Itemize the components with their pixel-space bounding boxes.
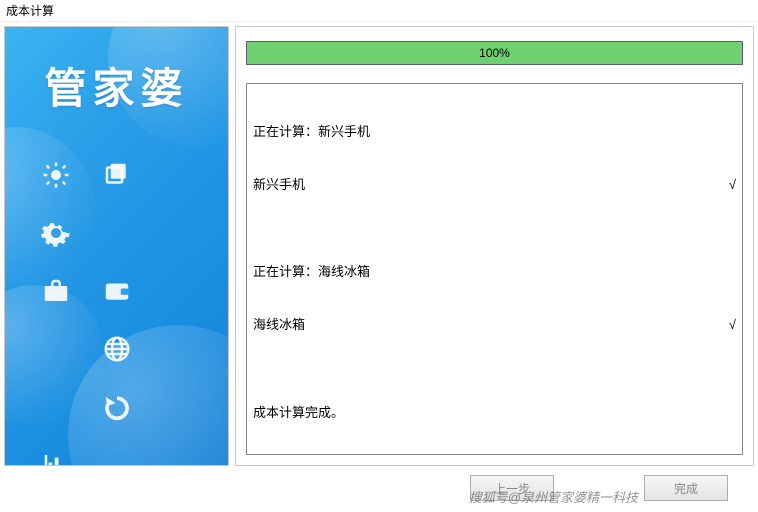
log-line: 海线冰箱√ xyxy=(253,316,736,334)
window: 成本计算 管家婆 xyxy=(0,0,758,512)
sidebar: 管家婆 xyxy=(4,26,229,466)
done-button[interactable]: 完成 xyxy=(644,475,728,501)
gear-icon xyxy=(41,218,71,251)
progress-bar: 100% xyxy=(246,41,743,65)
barchart-icon xyxy=(41,450,71,467)
window-title: 成本计算 xyxy=(0,0,758,22)
button-row: 上一步 完成 xyxy=(0,470,758,512)
content: 管家婆 xyxy=(0,22,758,512)
sun-icon xyxy=(41,160,71,193)
log-line: 正在计算：新兴手机 xyxy=(253,123,736,141)
progress-label: 100% xyxy=(247,42,742,64)
briefcase-icon xyxy=(41,276,71,309)
log-line: 正在计算：海线冰箱 xyxy=(253,263,736,281)
wallet-icon xyxy=(102,276,132,309)
stack-icon xyxy=(102,160,132,193)
main-row: 管家婆 xyxy=(0,22,758,470)
log-line: 成本计算完成。 xyxy=(253,404,736,422)
right-pane: 100% 正在计算：新兴手机 新兴手机√ 正在计算：海线冰箱 海线冰箱√ 成本计… xyxy=(235,26,754,466)
brand-logo: 管家婆 xyxy=(5,55,228,116)
log-box: 正在计算：新兴手机 新兴手机√ 正在计算：海线冰箱 海线冰箱√ 成本计算完成。 … xyxy=(246,83,743,455)
icon-grid xyxy=(25,147,208,466)
prev-button[interactable]: 上一步 xyxy=(470,475,554,501)
globe-icon xyxy=(102,334,132,367)
log-line: 新兴手机√ xyxy=(253,176,736,194)
undo-icon xyxy=(102,392,132,425)
